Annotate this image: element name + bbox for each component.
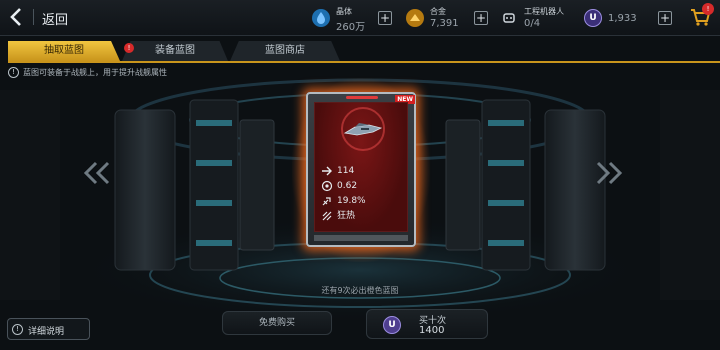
resource-value: 1,933: [608, 13, 637, 24]
stat-value: 114: [337, 166, 355, 176]
next-arrow-icon[interactable]: [592, 160, 626, 186]
back-label[interactable]: 返回: [42, 9, 68, 28]
robot-icon: [500, 9, 518, 27]
info-icon: !: [12, 324, 23, 335]
frenzy-icon: [322, 211, 332, 221]
alloy-icon: [406, 9, 424, 27]
info-icon: !: [8, 67, 19, 78]
tab-blueprint-shop[interactable]: 蓝图商店: [230, 41, 340, 61]
tab-bar: 抽取蓝图 装备蓝图 蓝图商店: [0, 41, 720, 63]
resource-alloy: 合金 7,391 +: [406, 4, 496, 32]
u-coin-icon: U: [584, 9, 602, 27]
info-text: 蓝图可装备于战舰上，用于提升战舰属性: [23, 68, 167, 77]
add-alloy-button[interactable]: +: [474, 11, 488, 25]
u-coin-icon: U: [383, 316, 401, 334]
guarantee-hint: 还有9次必出橙色蓝图: [321, 286, 399, 295]
stat-value: 0.62: [337, 181, 358, 191]
warship-icon: [343, 123, 383, 136]
card-footer-bar: [314, 235, 408, 241]
stat-value: 19.8%: [337, 196, 366, 206]
card-top-indicator: [346, 96, 378, 99]
tab-underline: [8, 61, 720, 63]
resource-u-coin: U 1,933 +: [584, 4, 674, 32]
free-buy-button[interactable]: 免费购买: [222, 311, 332, 335]
card-face: 114 0.62 19.8% 狂热: [314, 102, 408, 232]
crystal-icon: [312, 9, 330, 27]
tab-notification-badge: !: [124, 43, 134, 53]
details-button[interactable]: ! 详细说明: [7, 318, 90, 340]
resource-value: 0/4: [524, 18, 541, 29]
arrow-right-icon: [322, 166, 332, 176]
resource-value: 7,391: [430, 18, 459, 29]
details-label: 详细说明: [28, 327, 65, 337]
top-bar: 返回 晶体 260万 + 合金 7,391 + 工程机器人 0/4 U 1,93…: [0, 0, 720, 36]
divider: [33, 9, 34, 25]
stat-value: 狂热: [337, 211, 356, 221]
target-icon: [321, 180, 333, 192]
blueprint-card[interactable]: NEW 114 0.62 19.8% 狂热: [306, 92, 416, 247]
resource-value: 260万: [336, 22, 366, 33]
resource-name: 工程机器人: [524, 7, 564, 16]
resource-robot: 工程机器人 0/4: [500, 4, 578, 32]
add-crystal-button[interactable]: +: [378, 11, 392, 25]
resource-name: 晶体: [336, 7, 352, 16]
resource-crystal: 晶体 260万 +: [312, 4, 402, 33]
buy-ten-price: 1400: [419, 325, 445, 336]
previous-arrow-icon[interactable]: [80, 160, 114, 186]
buy-ten-button[interactable]: U 买十次 1400: [366, 309, 488, 339]
crit-icon: [322, 197, 331, 206]
back-arrow-icon[interactable]: [6, 6, 28, 28]
tab-draw-blueprint[interactable]: 抽取蓝图: [8, 41, 120, 61]
tab-equip-blueprint[interactable]: 装备蓝图: [122, 41, 228, 61]
cart-badge: !: [702, 3, 714, 15]
resource-name: 合金: [430, 7, 446, 16]
add-u-coin-button[interactable]: +: [658, 11, 672, 25]
